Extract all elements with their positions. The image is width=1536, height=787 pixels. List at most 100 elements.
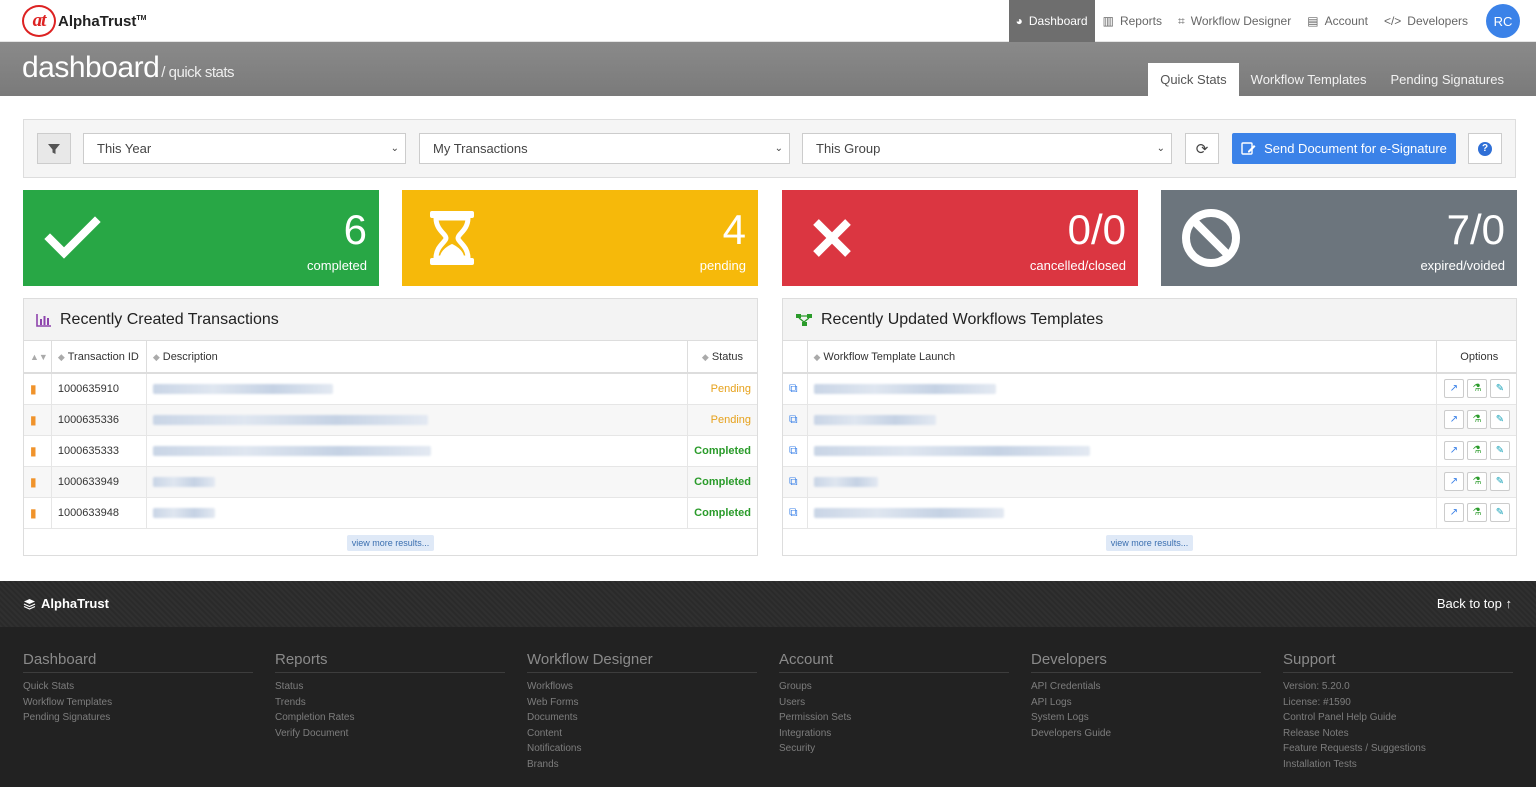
footer-link[interactable]: Pending Signatures — [23, 710, 253, 726]
column-status[interactable]: ◆ Status — [687, 341, 757, 374]
edit-icon[interactable]: ✎ — [1490, 410, 1510, 429]
launch-icon[interactable]: ⧉ — [789, 381, 798, 395]
table-row[interactable]: ▮ 1000633949 Completed — [24, 466, 757, 498]
column-transaction-id[interactable]: ◆ Transaction ID — [51, 341, 147, 374]
edit-icon[interactable]: ✎ — [1490, 441, 1510, 460]
page-title: dashboard / quick stats — [22, 51, 234, 84]
stat-card-pending[interactable]: 4 pending — [402, 190, 758, 286]
footer-link[interactable]: Developers Guide — [1031, 726, 1261, 742]
stat-card-completed[interactable]: 6 completed — [23, 190, 379, 286]
footer-link[interactable]: Completion Rates — [275, 710, 505, 726]
footer-link[interactable]: Quick Stats — [23, 679, 253, 695]
nav-developers[interactable]: </> Developers — [1376, 0, 1476, 42]
nav-reports[interactable]: ▥ Reports — [1095, 0, 1170, 42]
launch-icon[interactable]: ⧉ — [789, 474, 798, 488]
open-link-icon[interactable]: ↗ — [1444, 503, 1464, 522]
footer-link[interactable]: System Logs — [1031, 710, 1261, 726]
user-avatar[interactable]: RC — [1486, 4, 1520, 38]
transaction-id[interactable]: 1000635336 — [51, 404, 147, 436]
tab-pending-signatures[interactable]: Pending Signatures — [1379, 63, 1516, 96]
send-document-button[interactable]: Send Document for e-Signature — [1232, 133, 1456, 164]
open-link-icon[interactable]: ↗ — [1444, 410, 1464, 429]
view-more-templates-button[interactable]: view more results... — [1105, 534, 1194, 551]
footer-link[interactable]: Trends — [275, 695, 505, 711]
footer-link[interactable]: Content — [527, 726, 757, 742]
tab-workflow-templates[interactable]: Workflow Templates — [1239, 63, 1379, 96]
table-row[interactable]: ▮ 1000635910 Pending — [24, 373, 757, 405]
nav-dashboard[interactable]: ◕ Dashboard — [1008, 0, 1095, 42]
period-select[interactable]: This Year ⌄ — [83, 133, 406, 164]
footer-link[interactable]: Status — [275, 679, 505, 695]
filter-icon[interactable] — [37, 133, 71, 164]
footer-link[interactable]: Version: 5.20.0 — [1283, 679, 1513, 695]
footer-link[interactable]: Integrations — [779, 726, 1009, 742]
footer-link[interactable]: Control Panel Help Guide — [1283, 710, 1513, 726]
view-more-transactions-button[interactable]: view more results... — [346, 534, 435, 551]
group-select[interactable]: This Group ⌄ — [802, 133, 1172, 164]
stat-label: pending — [699, 258, 746, 273]
launch-icon[interactable]: ⧉ — [789, 412, 798, 426]
column-description[interactable]: ◆ Description — [146, 341, 689, 374]
flask-icon[interactable]: ⚗ — [1467, 410, 1487, 429]
description — [146, 435, 689, 467]
edit-icon[interactable]: ✎ — [1490, 503, 1510, 522]
flask-icon[interactable]: ⚗ — [1467, 472, 1487, 491]
footer-link[interactable]: Groups — [779, 679, 1009, 695]
footer-link[interactable]: Brands — [527, 757, 757, 773]
table-row[interactable]: ⧉ ↗ ⚗ ✎ — [783, 466, 1516, 498]
refresh-button[interactable]: ⟳ — [1185, 133, 1219, 164]
column-sort-icon[interactable]: ▲▼ — [24, 341, 52, 374]
transaction-id[interactable]: 1000633949 — [51, 466, 147, 498]
transaction-id[interactable]: 1000633948 — [51, 497, 147, 529]
footer-link[interactable]: Workflow Templates — [23, 695, 253, 711]
footer-link[interactable]: Permission Sets — [779, 710, 1009, 726]
footer-link[interactable]: Documents — [527, 710, 757, 726]
stat-card-cancelled[interactable]: 0/0 cancelled/closed — [782, 190, 1138, 286]
flask-icon[interactable]: ⚗ — [1467, 503, 1487, 522]
table-row[interactable]: ▮ 1000635333 Completed — [24, 435, 757, 467]
table-row[interactable]: ⧉ ↗ ⚗ ✎ — [783, 404, 1516, 436]
stat-card-expired[interactable]: 7/0 expired/voided — [1161, 190, 1517, 286]
footer-link[interactable]: API Credentials — [1031, 679, 1261, 695]
launch-icon[interactable]: ⧉ — [789, 443, 798, 457]
signature-icon — [1241, 142, 1256, 155]
edit-icon[interactable]: ✎ — [1490, 379, 1510, 399]
footer-link[interactable]: Installation Tests — [1283, 757, 1513, 773]
tab-quick-stats[interactable]: Quick Stats — [1148, 63, 1239, 96]
scope-select[interactable]: My Transactions ⌄ — [419, 133, 790, 164]
transaction-id[interactable]: 1000635910 — [51, 373, 147, 405]
nav-workflow-designer[interactable]: ⌗ Workflow Designer — [1170, 0, 1299, 42]
footer-link[interactable]: Release Notes — [1283, 726, 1513, 742]
footer-link[interactable]: Web Forms — [527, 695, 757, 711]
back-to-top-link[interactable]: Back to top ↑ — [1437, 596, 1512, 611]
transaction-id[interactable]: 1000635333 — [51, 435, 147, 467]
table-row[interactable]: ⧉ ↗ ⚗ ✎ — [783, 373, 1516, 405]
flask-icon[interactable]: ⚗ — [1467, 441, 1487, 460]
open-link-icon[interactable]: ↗ — [1444, 441, 1464, 460]
footer-link[interactable]: API Logs — [1031, 695, 1261, 711]
chevron-down-icon: ⌄ — [1156, 143, 1165, 154]
footer-link[interactable]: Users — [779, 695, 1009, 711]
building-icon: ▤ — [1307, 14, 1319, 28]
launch-icon[interactable]: ⧉ — [789, 505, 798, 519]
footer-link[interactable]: Verify Document — [275, 726, 505, 742]
table-row[interactable]: ▮ 1000635336 Pending — [24, 404, 757, 436]
footer-link[interactable]: License: #1590 — [1283, 695, 1513, 711]
footer-link[interactable]: Workflows — [527, 679, 757, 695]
footer-link[interactable]: Security — [779, 741, 1009, 757]
open-link-icon[interactable]: ↗ — [1444, 379, 1464, 399]
footer-link[interactable]: Notifications — [527, 741, 757, 757]
edit-icon[interactable]: ✎ — [1490, 472, 1510, 491]
footer-brand[interactable]: AlphaTrust — [23, 596, 109, 611]
footer-column-title: Dashboard — [23, 651, 253, 673]
alphatrust-logo[interactable]: at AlphaTrustTM — [22, 5, 146, 37]
open-link-icon[interactable]: ↗ — [1444, 472, 1464, 491]
table-row[interactable]: ⧉ ↗ ⚗ ✎ — [783, 435, 1516, 467]
table-row[interactable]: ▮ 1000633948 Completed — [24, 497, 757, 529]
help-button[interactable]: ? — [1468, 133, 1502, 164]
footer-link[interactable]: Feature Requests / Suggestions — [1283, 741, 1513, 757]
column-workflow-template-launch[interactable]: ◆ Workflow Template Launch — [807, 341, 1437, 374]
nav-account[interactable]: ▤ Account — [1299, 0, 1376, 42]
table-row[interactable]: ⧉ ↗ ⚗ ✎ — [783, 497, 1516, 529]
flask-icon[interactable]: ⚗ — [1467, 379, 1487, 399]
